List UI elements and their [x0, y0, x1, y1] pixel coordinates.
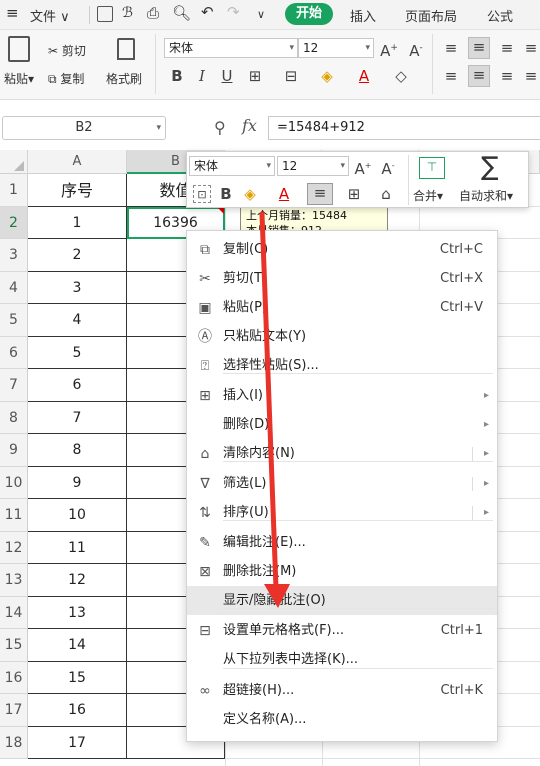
arrow-head — [264, 584, 290, 608]
annotation-arrow — [259, 211, 290, 608]
arrow-shaft — [259, 211, 279, 591]
